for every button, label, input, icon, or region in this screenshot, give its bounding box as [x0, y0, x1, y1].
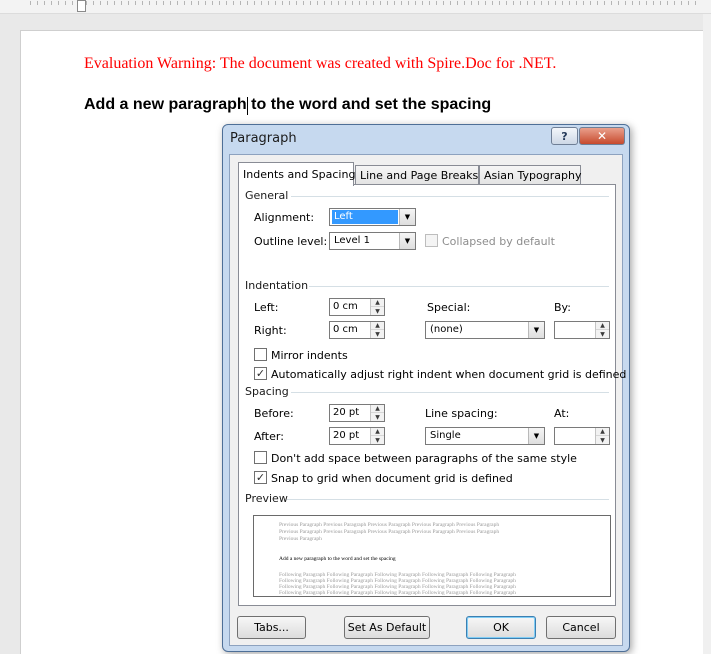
document-heading: Add a new paragraph to the word and set … [84, 96, 492, 113]
line-spacing-value: Single [430, 430, 461, 441]
right-indent-value: 0 cm [333, 324, 358, 335]
alignment-label: Alignment: [254, 211, 315, 224]
spinner-buttons: ▲ ▼ [595, 428, 609, 444]
tab-panel: General Alignment: Left ▼ Outline level:… [238, 184, 626, 606]
preview-previous-line: Previous Paragraph Previous Paragraph Pr… [279, 522, 500, 528]
preview-box: Previous Paragraph Previous Paragraph Pr… [253, 515, 611, 597]
vertical-scrollbar[interactable] [703, 14, 711, 654]
close-button[interactable]: ✕ [579, 127, 625, 145]
spinner-buttons: ▲ ▼ [370, 405, 384, 421]
spin-down-icon[interactable]: ▼ [596, 436, 609, 444]
snap-to-grid-checkbox[interactable]: ✓ [254, 471, 267, 484]
indentation-group-label: Indentation [245, 279, 309, 292]
preview-current-paragraph: Add a new paragraph to the word and set … [279, 556, 396, 562]
spinner-buttons: ▲ ▼ [370, 299, 384, 315]
left-indent-spinner[interactable]: 0 cm ▲ ▼ [329, 298, 385, 316]
spacing-group-label: Spacing [245, 385, 289, 398]
right-indent-label: Right: [254, 324, 287, 337]
chevron-down-icon[interactable]: ▼ [528, 428, 544, 444]
auto-adjust-checkbox[interactable]: ✓ [254, 367, 267, 380]
spin-up-icon[interactable]: ▲ [596, 322, 609, 330]
preview-previous-line: Previous Paragraph [279, 536, 322, 542]
at-label: At: [554, 407, 570, 420]
spinner-buttons: ▲ ▼ [595, 322, 609, 338]
before-spinner[interactable]: 20 pt ▲ ▼ [329, 404, 385, 422]
outline-level-label: Outline level: [254, 235, 328, 248]
text-caret [247, 97, 248, 115]
preview-divider [287, 499, 609, 500]
general-group-label: General [245, 189, 289, 202]
dialog-title: Paragraph [230, 131, 297, 146]
spin-up-icon[interactable]: ▲ [596, 428, 609, 436]
outline-level-value: Level 1 [334, 235, 370, 246]
ruler [0, 0, 711, 14]
spin-down-icon[interactable]: ▼ [371, 413, 384, 421]
spin-down-icon[interactable]: ▼ [596, 330, 609, 338]
alignment-select[interactable]: Left ▼ [329, 208, 416, 226]
left-indent-label: Left: [254, 301, 279, 314]
mirror-indents-label: Mirror indents [271, 349, 348, 362]
chevron-down-icon[interactable]: ▼ [528, 322, 544, 338]
alignment-value: Left [332, 210, 398, 224]
by-spinner[interactable]: ▲ ▼ [554, 321, 610, 339]
by-label: By: [554, 301, 571, 314]
before-value: 20 pt [333, 407, 360, 418]
spin-down-icon[interactable]: ▼ [371, 436, 384, 444]
dont-add-space-checkbox[interactable] [254, 451, 267, 464]
spin-up-icon[interactable]: ▲ [371, 322, 384, 330]
chevron-down-icon[interactable]: ▼ [399, 233, 415, 249]
dont-add-space-label: Don't add space between paragraphs of th… [271, 452, 577, 465]
preview-previous-line: Previous Paragraph Previous Paragraph Pr… [279, 529, 500, 535]
tab-asian-typography[interactable]: Asian Typography [479, 165, 581, 185]
dialog-body: Indents and Spacing Line and Page Breaks… [229, 154, 626, 646]
help-icon: ? [561, 129, 568, 143]
cancel-button[interactable]: Cancel [546, 616, 616, 639]
spin-up-icon[interactable]: ▲ [371, 405, 384, 413]
indent-marker[interactable] [77, 0, 86, 12]
outline-level-select[interactable]: Level 1 ▼ [329, 232, 416, 250]
spin-down-icon[interactable]: ▼ [371, 307, 384, 315]
after-value: 20 pt [333, 430, 360, 441]
line-spacing-label: Line spacing: [425, 407, 498, 420]
ruler-ticks [30, 1, 701, 5]
preview-group-label: Preview [245, 492, 288, 505]
spacing-divider [291, 392, 609, 393]
right-indent-spinner[interactable]: 0 cm ▲ ▼ [329, 321, 385, 339]
collapsed-by-default-label: Collapsed by default [442, 235, 555, 248]
special-select[interactable]: (none) ▼ [425, 321, 545, 339]
after-label: After: [254, 430, 284, 443]
chevron-down-icon[interactable]: ▼ [399, 209, 415, 225]
auto-adjust-label: Automatically adjust right indent when d… [271, 368, 627, 381]
help-button[interactable]: ? [551, 127, 578, 145]
spinner-buttons: ▲ ▼ [370, 322, 384, 338]
special-label: Special: [427, 301, 471, 314]
general-divider [291, 196, 609, 197]
mirror-indents-checkbox[interactable] [254, 348, 267, 361]
preview-following-line: Following Paragraph Following Paragraph … [279, 590, 516, 596]
snap-to-grid-label: Snap to grid when document grid is defin… [271, 472, 513, 485]
before-label: Before: [254, 407, 294, 420]
special-value: (none) [430, 324, 463, 335]
spinner-buttons: ▲ ▼ [370, 428, 384, 444]
close-icon: ✕ [596, 129, 608, 143]
paragraph-dialog: Paragraph ? ✕ Indents and Spacing Line a… [222, 124, 630, 652]
spin-down-icon[interactable]: ▼ [371, 330, 384, 338]
spin-up-icon[interactable]: ▲ [371, 299, 384, 307]
set-as-default-button[interactable]: Set As Default [344, 616, 430, 639]
left-indent-value: 0 cm [333, 301, 358, 312]
at-spinner[interactable]: ▲ ▼ [554, 427, 610, 445]
evaluation-warning: Evaluation Warning: The document was cre… [84, 55, 557, 72]
line-spacing-select[interactable]: Single ▼ [425, 427, 545, 445]
ok-button[interactable]: OK [466, 616, 536, 639]
spin-up-icon[interactable]: ▲ [371, 428, 384, 436]
tab-line-and-page-breaks[interactable]: Line and Page Breaks [355, 165, 479, 185]
tab-indents-and-spacing[interactable]: Indents and Spacing [238, 162, 355, 186]
indentation-divider [309, 286, 609, 287]
after-spinner[interactable]: 20 pt ▲ ▼ [329, 427, 385, 445]
collapsed-by-default-checkbox[interactable] [425, 234, 438, 247]
tabs-button[interactable]: Tabs... [237, 616, 306, 639]
